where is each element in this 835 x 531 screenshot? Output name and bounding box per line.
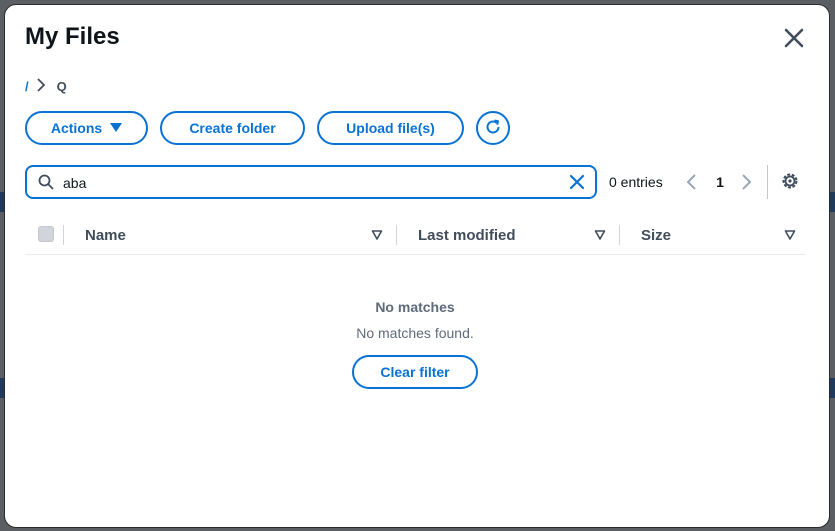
close-icon[interactable] <box>781 25 807 51</box>
gear-icon[interactable] <box>780 171 800 196</box>
chevron-left-icon[interactable] <box>685 172 699 197</box>
clear-filter-button[interactable]: Clear filter <box>352 355 478 389</box>
actions-dropdown-button[interactable]: Actions <box>25 111 148 145</box>
breadcrumb-root-link[interactable]: / <box>25 79 29 94</box>
column-header-name[interactable]: Name <box>85 227 126 244</box>
toolbar-divider <box>767 165 768 199</box>
search-filter-field <box>25 165 597 199</box>
chevron-right-icon <box>35 77 47 95</box>
sort-icon[interactable] <box>784 228 796 246</box>
current-page-number[interactable]: 1 <box>713 174 727 190</box>
clear-search-icon[interactable] <box>568 173 586 196</box>
column-header-size[interactable]: Size <box>641 227 671 244</box>
breadcrumb-current: Q <box>56 78 67 94</box>
select-all-checkbox[interactable] <box>38 226 54 242</box>
refresh-icon <box>484 118 502 139</box>
column-divider <box>396 225 397 245</box>
caret-down-icon <box>110 120 123 136</box>
sort-icon[interactable] <box>371 228 383 246</box>
actions-label: Actions <box>50 120 103 136</box>
chevron-right-icon[interactable] <box>739 172 753 197</box>
empty-state-message: No matches found. <box>356 325 474 341</box>
upload-files-button[interactable]: Upload file(s) <box>317 111 464 145</box>
sort-icon[interactable] <box>594 228 606 246</box>
file-browser-dialog: My Files / Q Actions Create folder Uploa… <box>4 4 830 528</box>
empty-state-title: No matches <box>375 299 455 315</box>
search-input[interactable] <box>63 173 553 193</box>
refresh-button[interactable] <box>476 111 510 145</box>
column-header-last-modified[interactable]: Last modified <box>418 227 516 244</box>
breadcrumb: / Q <box>25 77 67 95</box>
search-icon <box>38 174 54 195</box>
table-header: Name Last modified Size <box>25 215 805 255</box>
dialog-title: My Files <box>25 23 120 50</box>
column-divider <box>63 225 64 245</box>
create-folder-button[interactable]: Create folder <box>160 111 305 145</box>
column-divider <box>619 225 620 245</box>
entries-count: 0 entries <box>609 174 663 190</box>
